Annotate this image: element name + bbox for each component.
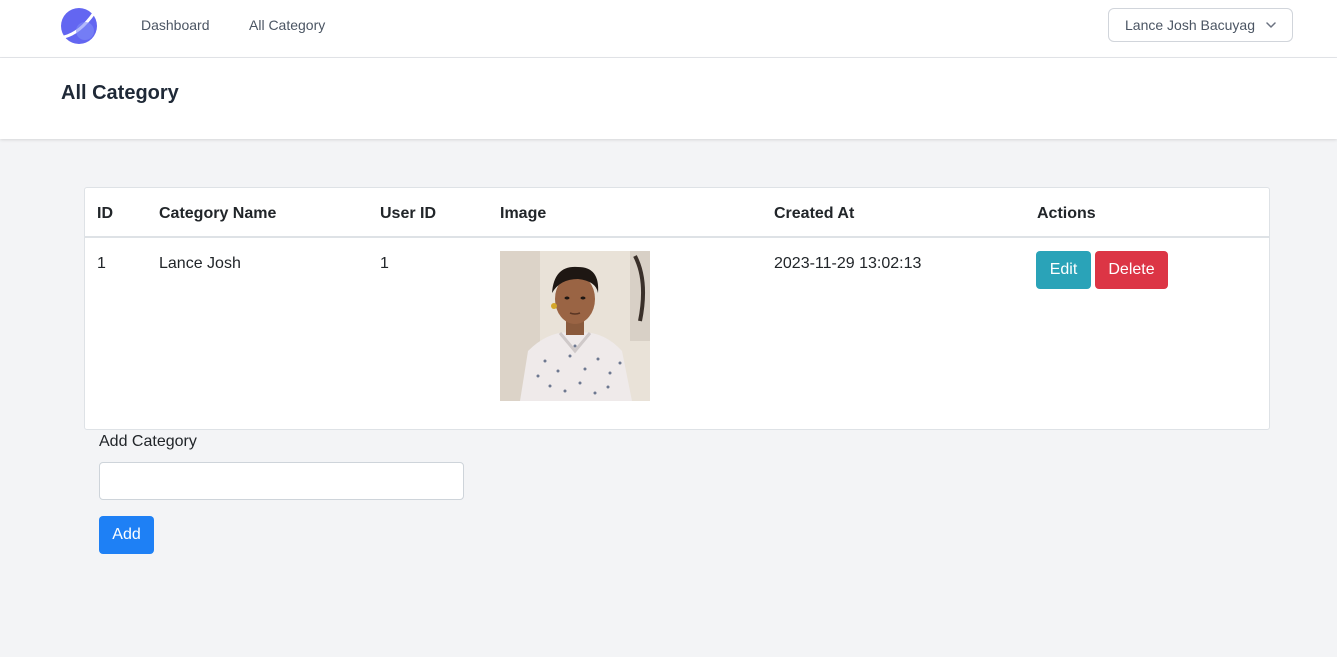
category-table: ID Category Name User ID Image Created A…	[84, 187, 1270, 430]
category-image	[500, 251, 650, 401]
add-category-label: Add Category	[99, 433, 197, 450]
top-navbar: Dashboard All Category Lance Josh Bacuya…	[0, 0, 1337, 58]
delete-button[interactable]: Delete	[1095, 251, 1168, 289]
column-header-id: ID	[97, 205, 113, 222]
cell-user-id: 1	[380, 255, 389, 272]
chevron-down-icon	[1264, 18, 1278, 32]
app-logo-icon[interactable]	[60, 7, 98, 45]
user-menu-dropdown[interactable]: Lance Josh Bacuyag	[1108, 8, 1293, 42]
page-header: All Category	[0, 58, 1337, 139]
add-button[interactable]: Add	[99, 516, 154, 554]
column-header-image: Image	[500, 205, 547, 222]
cell-category-name: Lance Josh	[159, 255, 241, 272]
cell-created-at: 2023-11-29 13:02:13	[774, 255, 922, 272]
column-header-created-at: Created At	[774, 205, 855, 222]
table-header-row: ID Category Name User ID Image Created A…	[85, 188, 1269, 238]
cell-id: 1	[97, 255, 106, 272]
user-name: Lance Josh Bacuyag	[1125, 17, 1255, 33]
nav-link-all-category[interactable]: All Category	[249, 17, 325, 33]
column-header-category-name: Category Name	[159, 205, 277, 222]
column-header-user-id: User ID	[380, 205, 437, 222]
add-category-input[interactable]	[99, 462, 464, 500]
column-header-actions: Actions	[1037, 205, 1096, 222]
nav-link-dashboard[interactable]: Dashboard	[141, 17, 210, 33]
edit-button[interactable]: Edit	[1036, 251, 1091, 289]
page-title: All Category	[61, 82, 179, 104]
